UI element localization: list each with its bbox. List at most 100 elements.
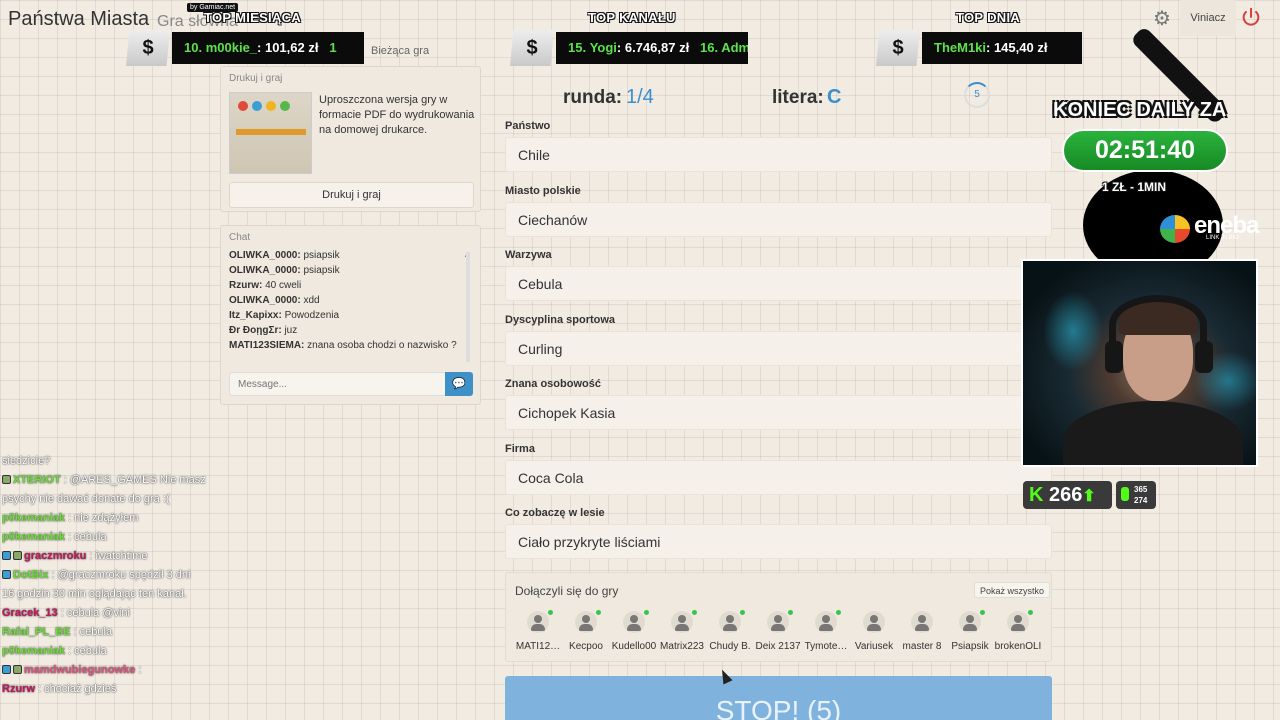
top-day-box: TOP DNIA $ TheM1ki: 145,40 zł [876,10,1084,66]
stream-chat-line: Rzurw : chociaż gdzieś [2,683,117,695]
stream-chat-overlay: siedzicie? XTERIOT : @ARES_GAMES Nie mas… [2,452,220,720]
print-description: Uproszczona wersja gry w formacie PDF do… [319,94,475,136]
dollar-icon: $ [510,30,554,66]
eneba-logo-icon [1160,215,1190,243]
player-name: Tymote… [804,641,848,652]
field-label-company: Firma [505,443,535,455]
gear-icon: ⚙ [1153,8,1171,30]
field-input-company[interactable] [505,460,1052,495]
stream-chat-line: psychy nie dawać donate do gra :( [2,493,170,505]
field-label-country: Państwo [505,120,551,132]
field-label-city: Miasto polskie [505,185,581,197]
user-avatar-icon [767,610,793,633]
player-item: Kecpoo [561,610,611,652]
show-all-button[interactable]: Pokaż wszystko [974,582,1051,598]
user-avatar-icon [575,610,601,633]
player-item: Psiapsik [945,610,995,652]
stop-button[interactable]: STOP! (5) [505,676,1052,720]
field-label-sport: Dyscyplina sportowa [505,314,616,326]
arrow-up-icon: ⬆ [1082,488,1096,505]
top-channel-ticker: 15. Yogi: 6.746,87 zł 16. Adm [556,32,748,64]
player-item: MATI12… [513,610,563,652]
stream-chat-line: p0kemaniak : cebula [2,531,107,543]
round-value: 1/4 [626,86,654,108]
player-name: brokenOLI [994,641,1042,652]
stream-chat-line: XTERIOT : @ARES_GAMES Nie masz [2,471,220,490]
settings-button[interactable]: ⚙ [1150,8,1174,30]
letter-value: C [827,86,842,108]
viewer-icon [1121,487,1129,501]
webcam-feed [1021,259,1258,467]
chat-message: MATI123SIEMA: znana osoba chodzi o nazwi… [229,340,457,351]
player-name: Variusek [854,641,894,652]
print-and-play-button[interactable]: Drukuj i graj [229,182,474,208]
print-panel: Drukuj i graj Uproszczona wersja gry w f… [220,66,481,212]
user-avatar-icon [911,611,933,633]
player-name: master 8 [902,641,942,652]
kick-logo-icon: K [1029,484,1044,506]
player-item: Variusek [849,611,899,652]
chat-message: Itz_Kapixx: Powodzenia [229,310,340,321]
player-name: Kecpoo [569,641,603,652]
field-label-forest: Co zobaczę w lesie [505,507,605,519]
field-input-celebrity[interactable] [505,395,1052,430]
chat-title: Chat [229,232,251,243]
stream-chat-line: Rafal_PL_BE : cebula [2,626,113,638]
top-day-ticker: TheM1ki: 145,40 zł [922,32,1082,64]
player-item: Tymote… [801,610,851,652]
round-label: runda: [563,87,623,108]
user-avatar-icon [815,610,841,633]
top-day-title: TOP DNIA [956,10,1021,25]
stream-chat-line: Gracek_13 : cebula @vini [2,607,130,619]
joined-players-box: Dołączyli się do gry Pokaż wszystko MATI… [505,572,1052,662]
field-input-city[interactable] [505,202,1052,237]
app-title: Państwa Miasta [8,8,150,30]
user-avatar-icon [1007,610,1033,633]
player-item: Chudy B. [705,610,755,652]
field-input-country[interactable] [505,137,1052,172]
top-channel-title: TOP KANAŁU [588,10,676,25]
stream-chat-line: DotBix : @graczmroku spędził 3 dni [2,566,220,585]
chat-send-button[interactable]: 💬 [445,372,473,396]
logout-button[interactable] [1240,6,1266,30]
stream-chat-line: graczmroku : iwatchtime [2,547,220,566]
print-thumbnail [229,92,312,174]
field-label-celebrity: Znana osobowość [505,378,601,390]
print-panel-title: Drukuj i graj [229,73,283,84]
stream-chat-line: p0kemaniak : nie zdążyłem [2,512,139,524]
kick-followers-badge: K 266⬆ [1023,481,1112,509]
daily-timer: 02:51:40 [1062,129,1228,172]
top-month-ticker: 10. m00kie_: 101,62 zł 1 [172,32,364,64]
power-icon [1242,7,1260,26]
stream-chat-line: siedzicie? [2,455,51,467]
chat-message: OLIWKA_0000: xdd [229,295,320,306]
user-avatar-icon [623,610,649,633]
top-channel-box: TOP KANAŁU $ 15. Yogi: 6.746,87 zł 16. A… [510,10,750,66]
player-item: master 8 [897,611,947,652]
letter-label: litera: [772,87,824,108]
joined-title: Dołączyli się do gry [515,584,619,598]
user-menu-button[interactable]: Viniacz [1180,0,1236,36]
stream-chat-line: 16 godzin 30 min oglądając ten kanał. [2,588,187,600]
chat-message: OLIWKA_0000: psiapsik [229,250,340,261]
stream-chat-line: mamdwubiegunowke : [2,661,220,680]
user-avatar-icon [527,610,553,633]
player-name: Chudy B. [709,641,751,652]
player-item: Kudello00 [609,610,659,652]
player-name: MATI12… [515,641,561,652]
field-input-forest[interactable] [505,524,1052,559]
rate-label: 1 ZŁ - 1MIN [1102,180,1167,194]
player-name: Matrix223 [660,641,704,652]
chat-messages[interactable]: OLIWKA_0000: psiapsik OLIWKA_0000: psiap… [229,248,473,366]
field-input-sport[interactable] [505,331,1052,366]
chat-message-input[interactable] [229,372,445,396]
daily-end-label: KONIEC DAILY ZA [1053,99,1227,121]
player-item: Matrix223 [657,610,707,652]
chat-panel: Chat OLIWKA_0000: psiapsik OLIWKA_0000: … [220,225,481,405]
player-name: Kudello00 [611,641,657,652]
chat-scrollbar[interactable] [466,252,470,362]
user-avatar-icon [959,610,985,633]
field-input-vegetable[interactable] [505,266,1052,301]
field-label-vegetable: Warzywa [505,249,552,261]
player-name: Psiapsik [951,641,989,652]
